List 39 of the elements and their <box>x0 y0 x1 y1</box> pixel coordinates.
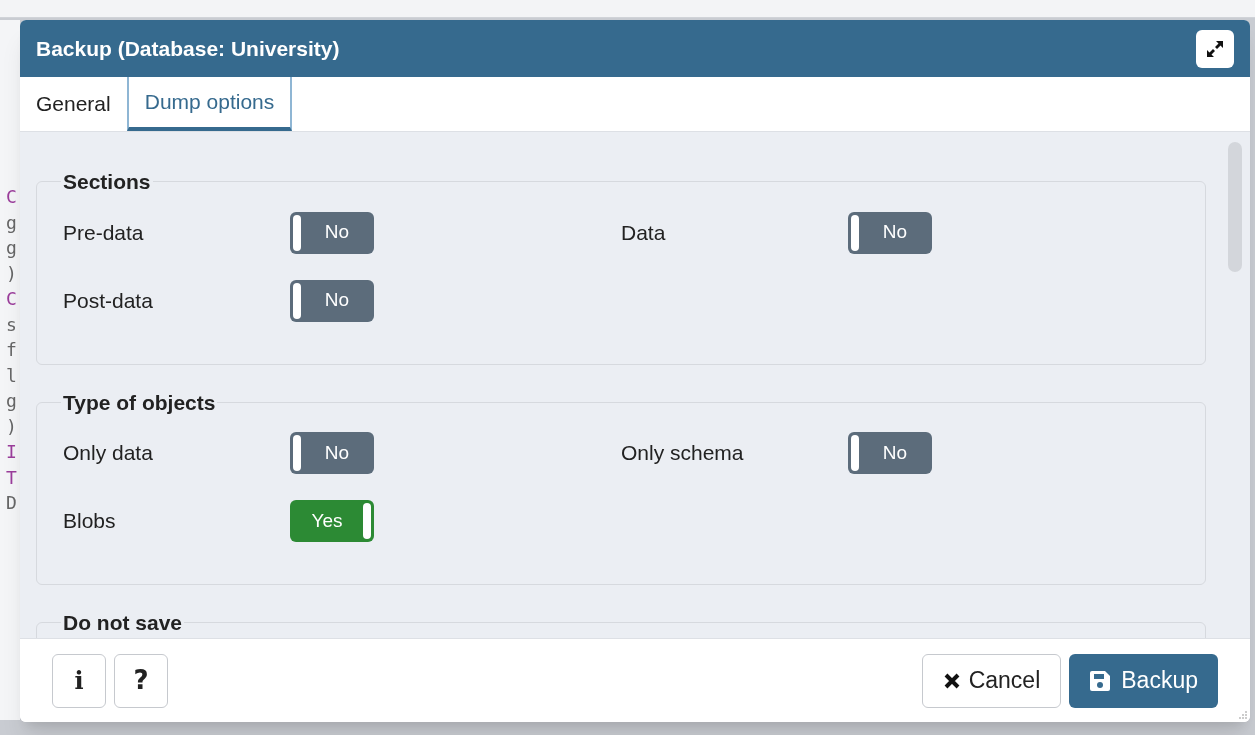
info-button[interactable]: i <box>52 653 106 708</box>
code-fragment: ) <box>6 261 17 286</box>
code-fragment: g <box>6 210 17 235</box>
toggle-switch[interactable]: No <box>290 432 374 474</box>
code-fragment: T <box>6 465 17 490</box>
code-fragment: D <box>6 491 17 515</box>
cancel-button[interactable]: Cancel <box>921 653 1062 708</box>
code-fragment: f <box>6 338 17 362</box>
section-title: Type of objects <box>62 389 217 416</box>
scrollbar[interactable] <box>1228 142 1242 272</box>
option-label: Only schema <box>621 440 745 467</box>
tab[interactable]: General <box>20 77 127 131</box>
code-fragment: g <box>6 389 17 413</box>
section-title: Do not save <box>62 610 184 636</box>
window-title: Backup (Database: University) <box>36 35 340 62</box>
code-fragment: I <box>6 440 17 464</box>
maximize-button[interactable] <box>1196 29 1234 68</box>
resize-grip-icon[interactable] <box>1238 710 1248 720</box>
toggle-switch[interactable]: No <box>290 279 374 322</box>
backup-button[interactable]: Backup <box>1069 653 1218 708</box>
toggle-switch[interactable]: No <box>290 211 374 254</box>
option-label: Data <box>621 219 667 246</box>
code-fragment: ) <box>6 414 17 439</box>
save-icon <box>1089 669 1112 692</box>
section-title: Sections <box>62 169 152 195</box>
code-fragment: l <box>6 363 17 388</box>
option-label: Blobs <box>63 508 117 535</box>
code-fragment: g <box>6 236 17 260</box>
option-label: Post-data <box>63 287 154 314</box>
option-label: Pre-data <box>63 219 145 246</box>
toggle-switch[interactable]: No <box>848 432 932 474</box>
option-label: Only data <box>63 440 154 467</box>
toggle-switch[interactable]: No <box>848 211 932 254</box>
toggle-switch[interactable]: Yes <box>290 500 374 542</box>
help-button[interactable]: ? <box>114 653 168 708</box>
code-fragment: s <box>6 312 17 337</box>
code-fragment: C <box>6 287 17 311</box>
code-fragment: C <box>6 185 17 209</box>
close-icon <box>942 671 961 690</box>
